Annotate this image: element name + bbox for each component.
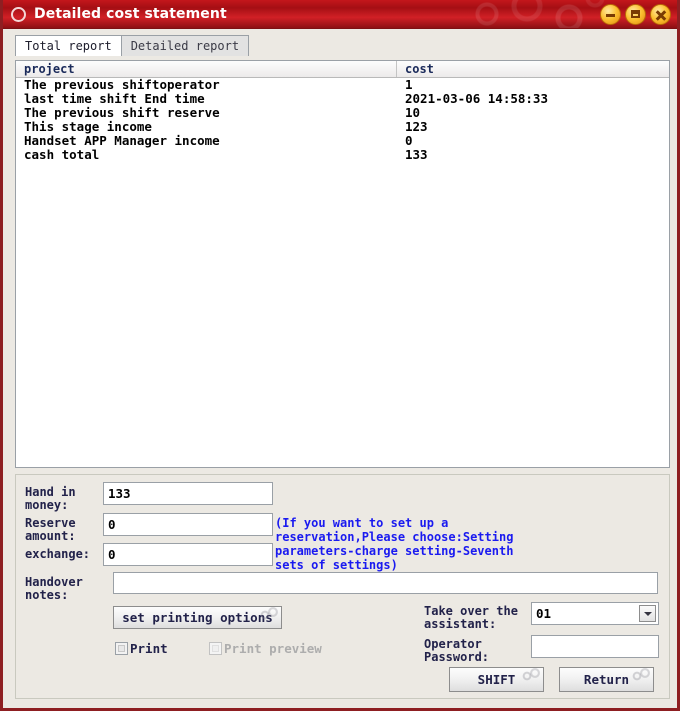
cell-project: last time shift End time xyxy=(16,92,397,106)
handover-notes-input[interactable] xyxy=(113,572,658,594)
table-header-row: project cost xyxy=(16,61,669,78)
reserve-amount-input[interactable] xyxy=(103,513,273,536)
exchange-input[interactable] xyxy=(103,543,273,566)
table-row[interactable]: last time shift End time 2021-03-06 14:5… xyxy=(16,92,669,106)
column-header-project[interactable]: project xyxy=(16,61,397,77)
swirl-decoration-icon xyxy=(521,668,541,682)
print-checkbox-label: Print xyxy=(130,641,168,656)
window-title: Detailed cost statement xyxy=(34,6,227,22)
cell-project: The previous shiftoperator xyxy=(16,78,397,92)
table-row[interactable]: This stage income 123 xyxy=(16,120,669,134)
tab-detailed-report[interactable]: Detailed report xyxy=(121,35,249,56)
set-printing-options-label: set printing options xyxy=(122,610,273,625)
reserve-amount-label: Reserve amount: xyxy=(25,517,76,543)
hand-in-money-label: Hand in money: xyxy=(25,486,76,512)
cell-cost: 0 xyxy=(397,134,669,148)
app-circle-icon xyxy=(11,7,26,22)
exchange-label: exchange: xyxy=(25,548,90,561)
take-over-assistant-select[interactable]: 01 xyxy=(531,602,659,625)
window-titlebar: Detailed cost statement xyxy=(3,0,677,29)
shift-button[interactable]: SHIFT xyxy=(449,667,544,692)
tab-total-report[interactable]: Total report xyxy=(15,35,122,56)
set-printing-options-button[interactable]: set printing options xyxy=(113,606,282,629)
reservation-hint-text: (If you want to set up a reservation,Ple… xyxy=(275,516,555,572)
cell-cost: 123 xyxy=(397,120,669,134)
table-row[interactable]: cash total 133 xyxy=(16,148,669,162)
column-header-cost[interactable]: cost xyxy=(397,61,669,77)
print-checkbox-row[interactable]: Print xyxy=(115,641,168,656)
table-row[interactable]: The previous shift reserve 10 xyxy=(16,106,669,120)
detailed-cost-statement-window: Detailed cost statement Total report Det… xyxy=(0,0,680,711)
cell-project: cash total xyxy=(16,148,397,162)
operator-password-label: Operator Password: xyxy=(424,638,489,664)
cell-cost: 1 xyxy=(397,78,669,92)
hand-in-money-input[interactable] xyxy=(103,482,273,505)
cell-project: This stage income xyxy=(16,120,397,134)
shift-button-label: SHIFT xyxy=(478,672,516,687)
cell-cost: 133 xyxy=(397,148,669,162)
cell-project: Handset APP Manager income xyxy=(16,134,397,148)
maximize-icon[interactable] xyxy=(625,4,646,25)
report-tabs: Total report Detailed report xyxy=(15,35,677,56)
swirl-decoration-icon xyxy=(631,668,651,682)
close-icon[interactable] xyxy=(650,4,671,25)
cell-cost: 2021-03-06 14:58:33 xyxy=(397,92,669,106)
cell-cost: 10 xyxy=(397,106,669,120)
print-checkbox[interactable] xyxy=(115,642,128,655)
window-controls xyxy=(600,4,671,25)
chevron-down-icon[interactable] xyxy=(639,605,656,622)
handover-form-panel: Hand in money: Reserve amount: exchange:… xyxy=(15,474,670,699)
table-row[interactable]: The previous shiftoperator 1 xyxy=(16,78,669,92)
report-panel: project cost The previous shiftoperator … xyxy=(15,60,670,468)
operator-password-input[interactable] xyxy=(531,635,659,658)
return-button[interactable]: Return xyxy=(559,667,654,692)
take-over-assistant-value: 01 xyxy=(532,606,639,621)
take-over-assistant-label: Take over the assistant: xyxy=(424,605,518,631)
table-body: The previous shiftoperator 1 last time s… xyxy=(16,78,669,162)
print-preview-checkbox xyxy=(209,642,222,655)
print-preview-checkbox-label: Print preview xyxy=(224,641,322,656)
handover-notes-label: Handover notes: xyxy=(25,576,83,602)
return-button-label: Return xyxy=(584,672,629,687)
minimize-icon[interactable] xyxy=(600,4,621,25)
table-row[interactable]: Handset APP Manager income 0 xyxy=(16,134,669,148)
cell-project: The previous shift reserve xyxy=(16,106,397,120)
print-preview-checkbox-row: Print preview xyxy=(209,641,322,656)
